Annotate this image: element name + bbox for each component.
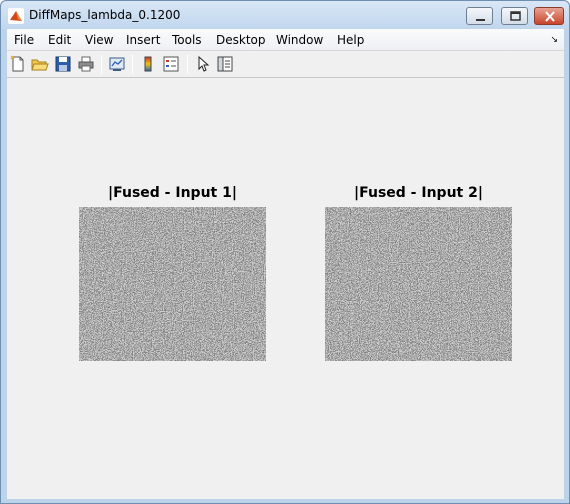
menu-bar: File Edit View Insert Tools Desktop Wind… bbox=[7, 29, 564, 51]
insert-colorbar-icon[interactable] bbox=[139, 55, 157, 73]
menu-help[interactable]: Help bbox=[337, 33, 364, 47]
print-icon[interactable] bbox=[77, 55, 95, 73]
open-folder-icon[interactable] bbox=[31, 55, 49, 73]
minimize-button[interactable] bbox=[466, 7, 493, 25]
figure-toolbar bbox=[7, 51, 564, 78]
dock-arrow-icon[interactable]: ↘ bbox=[550, 34, 558, 45]
property-inspector-icon[interactable] bbox=[216, 55, 234, 73]
window-title: DiffMaps_lambda_0.1200 bbox=[29, 8, 181, 22]
menu-window[interactable]: Window bbox=[276, 33, 323, 47]
close-icon bbox=[545, 11, 555, 22]
toolbar-separator bbox=[132, 55, 133, 74]
maximize-icon bbox=[510, 11, 521, 21]
toolbar-separator bbox=[101, 55, 102, 74]
new-figure-icon[interactable] bbox=[9, 55, 27, 73]
menu-tools[interactable]: Tools bbox=[172, 33, 202, 47]
figure-window: DiffMaps_lambda_0.1200 File Edit View In… bbox=[0, 0, 570, 504]
menu-file[interactable]: File bbox=[14, 33, 34, 47]
figure-canvas: |Fused - Input 1| |Fused - Input 2| bbox=[7, 79, 564, 499]
toolbar-separator bbox=[187, 55, 188, 74]
subplot-title-2: |Fused - Input 2| bbox=[354, 185, 483, 201]
menu-insert[interactable]: Insert bbox=[126, 33, 160, 47]
menu-edit[interactable]: Edit bbox=[48, 33, 71, 47]
matlab-icon bbox=[8, 8, 24, 24]
minimize-icon bbox=[476, 19, 485, 21]
save-icon[interactable] bbox=[54, 55, 72, 73]
figure-client-area: File Edit View Insert Tools Desktop Wind… bbox=[7, 29, 564, 499]
insert-legend-icon[interactable] bbox=[162, 55, 180, 73]
link-plot-icon[interactable] bbox=[108, 55, 126, 73]
subplot-title-1: |Fused - Input 1| bbox=[108, 185, 237, 201]
maximize-button[interactable] bbox=[501, 7, 528, 25]
title-bar[interactable]: DiffMaps_lambda_0.1200 bbox=[1, 1, 569, 29]
close-button[interactable] bbox=[534, 7, 564, 25]
diff-map-image-2 bbox=[325, 207, 512, 361]
diff-map-image-1 bbox=[79, 207, 266, 361]
edit-plot-arrow-icon[interactable] bbox=[194, 55, 212, 73]
menu-desktop[interactable]: Desktop bbox=[216, 33, 266, 47]
menu-view[interactable]: View bbox=[85, 33, 113, 47]
